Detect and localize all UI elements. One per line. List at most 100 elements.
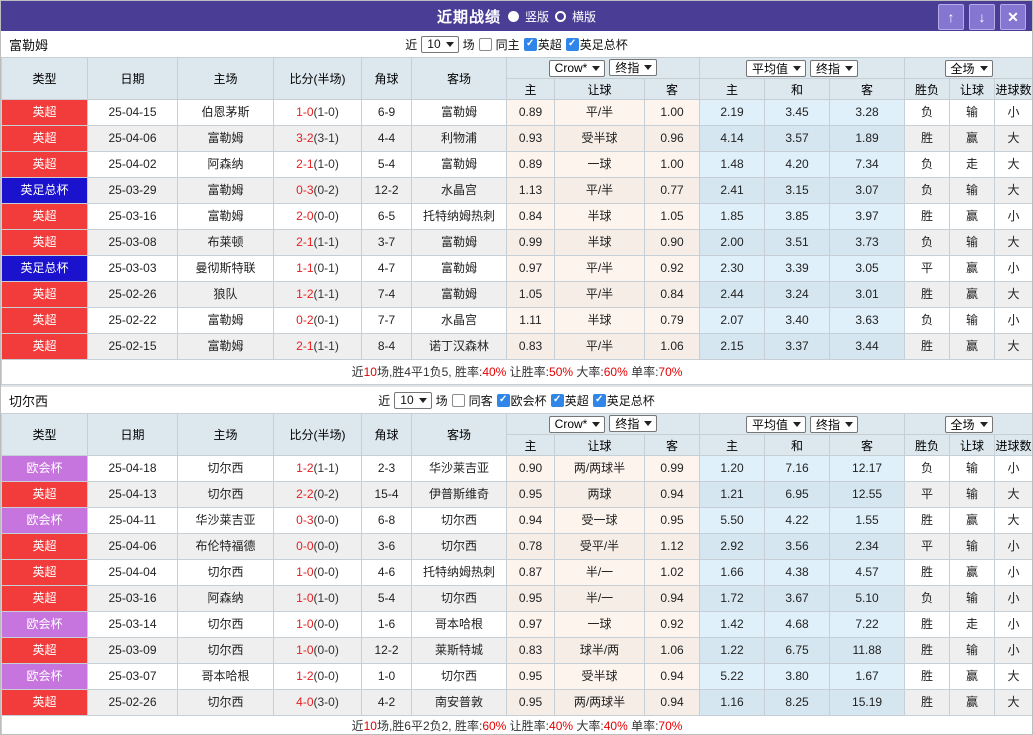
table-header: 类型 日期 主场 比分(半场) 角球 客场 Crow* 终指 平均值 终指 全场主让球客主和客胜负让… <box>1 413 1032 456</box>
match-count-select[interactable]: 10 <box>394 391 432 409</box>
corner-count: 3-7 <box>361 229 412 256</box>
corner-count: 6-9 <box>361 99 412 126</box>
handicap-line: 受一球 <box>554 507 645 534</box>
move-down-button[interactable]: ↓ <box>969 4 995 30</box>
scope-select[interactable]: 全场 <box>944 415 993 433</box>
league-checkbox[interactable]: ✓ <box>496 393 510 407</box>
summary-segment: 10 <box>363 719 377 733</box>
chevron-down-icon <box>793 65 802 71</box>
match-row: 英超 25-04-06 富勒姆 3-2(3-1) 4-4 利物浦 0.93 受半球 0.96 4.… <box>1 125 1032 152</box>
chevron-down-icon <box>845 65 854 71</box>
near-label: 近 <box>378 393 391 408</box>
result-goals: 大 <box>994 177 1032 204</box>
column-header: 比分(半场) <box>273 413 362 456</box>
fulltime-score: 1-0 <box>296 643 314 657</box>
column-header: 让球 <box>554 78 645 100</box>
avg-home-odds: 5.22 <box>699 663 766 690</box>
league-filter-label: 英足总杯 <box>606 393 655 408</box>
summary-segment: 大率: <box>573 365 604 379</box>
result-goals: 大 <box>994 663 1032 690</box>
home-team: 富勒姆 <box>177 333 274 360</box>
handicap-away-odds: 0.92 <box>643 255 701 282</box>
match-date: 25-03-03 <box>87 255 178 282</box>
league-badge: 英超 <box>2 152 87 177</box>
home-team: 切尔西 <box>177 611 274 638</box>
layout-radio-group: 竖版 横版 <box>507 8 596 25</box>
result-wdl: 负 <box>904 99 951 126</box>
away-team: 切尔西 <box>411 507 507 534</box>
same-venue-checkbox[interactable] <box>478 37 492 51</box>
avg-stage-select[interactable]: 终指 <box>810 59 859 77</box>
halftime-score: (3-1) <box>313 131 339 145</box>
close-button[interactable]: ✕ <box>1000 4 1026 30</box>
result-wdl: 胜 <box>904 203 951 230</box>
corner-count: 1-0 <box>361 663 412 690</box>
result-goals: 小 <box>994 611 1032 638</box>
league-badge: 欧会杯 <box>2 612 87 637</box>
match-count-select-value: 10 <box>427 37 441 51</box>
horizontal-layout-radio[interactable] <box>555 10 566 22</box>
corner-count: 15-4 <box>361 481 412 508</box>
league-checkbox[interactable]: ✓ <box>565 37 579 51</box>
league-checkbox[interactable]: ✓ <box>523 37 537 51</box>
match-row: 英超 25-04-04 切尔西 1-0(0-0) 4-6 托特纳姆热刺 0.87 半/一 1.0… <box>1 559 1032 586</box>
avg-away-odds: 4.57 <box>829 559 906 586</box>
avg-home-odds: 4.14 <box>699 125 766 152</box>
handicap-line: 一球 <box>554 151 645 178</box>
odds-stage-select[interactable]: 终指 <box>609 59 658 77</box>
result-goals: 大 <box>994 689 1032 716</box>
odds-source-select[interactable]: Crow* <box>548 415 606 433</box>
league-badge: 英超 <box>2 586 87 611</box>
result-handicap: 输 <box>949 307 996 334</box>
handicap-line: 球半/两 <box>554 637 645 664</box>
match-count-select[interactable]: 10 <box>421 35 459 53</box>
match-date: 25-04-04 <box>87 559 178 586</box>
avg-source-select[interactable]: 平均值 <box>746 59 807 77</box>
games-label: 场 <box>462 37 475 52</box>
league-checkbox[interactable]: ✓ <box>592 393 606 407</box>
match-score: 2-1(1-1) <box>273 333 362 360</box>
avg-home-odds: 2.41 <box>699 177 766 204</box>
match-date: 25-03-08 <box>87 229 178 256</box>
avg-draw-odds: 3.24 <box>764 281 831 308</box>
league-badge: 欧会杯 <box>2 456 87 481</box>
move-up-button[interactable]: ↑ <box>938 4 964 30</box>
league-badge: 英超 <box>2 282 87 307</box>
same-venue-checkbox[interactable] <box>451 393 465 407</box>
avg-away-odds: 3.28 <box>829 99 906 126</box>
halftime-score: (3-0) <box>313 695 339 709</box>
league-checkbox[interactable]: ✓ <box>550 393 564 407</box>
handicap-line: 半/一 <box>554 585 645 612</box>
league-filter: ✓ 英足总杯 <box>565 36 628 53</box>
away-team: 富勒姆 <box>411 281 507 308</box>
column-header: 主 <box>699 434 766 456</box>
scope-select[interactable]: 全场 <box>944 59 993 77</box>
vertical-layout-radio[interactable] <box>507 10 519 22</box>
result-wdl: 胜 <box>904 611 951 638</box>
result-wdl: 胜 <box>904 559 951 586</box>
avg-draw-odds: 4.22 <box>764 507 831 534</box>
chevron-down-icon <box>418 397 427 403</box>
avg-stage-select[interactable]: 终指 <box>810 415 859 433</box>
league-badge: 英超 <box>2 534 87 559</box>
result-handicap: 赢 <box>949 333 996 360</box>
avg-draw-odds: 3.40 <box>764 307 831 334</box>
column-header: 比分(半场) <box>273 57 362 100</box>
home-team: 哥本哈根 <box>177 663 274 690</box>
match-row: 欧会杯 25-04-11 华沙莱吉亚 0-3(0-0) 6-8 切尔西 0.94 受一球 0.9… <box>1 507 1032 534</box>
odds-source-select[interactable]: Crow* <box>548 59 606 77</box>
odds-source-select-value: Crow* <box>554 417 588 432</box>
column-header: 类型 <box>1 57 88 100</box>
summary-segment: 70% <box>658 719 683 733</box>
fulltime-score: 2-0 <box>296 209 314 223</box>
avg-home-odds: 2.44 <box>699 281 766 308</box>
result-handicap: 输 <box>949 637 996 664</box>
avg-draw-odds: 4.68 <box>764 611 831 638</box>
vertical-layout-label: 竖版 <box>524 9 549 24</box>
avg-source-select[interactable]: 平均值 <box>746 415 807 433</box>
league-badge: 英超 <box>2 126 87 151</box>
match-date: 25-04-18 <box>87 455 178 482</box>
odds-stage-select[interactable]: 终指 <box>609 415 658 433</box>
handicap-line: 两球 <box>554 481 645 508</box>
avg-draw-odds: 3.39 <box>764 255 831 282</box>
